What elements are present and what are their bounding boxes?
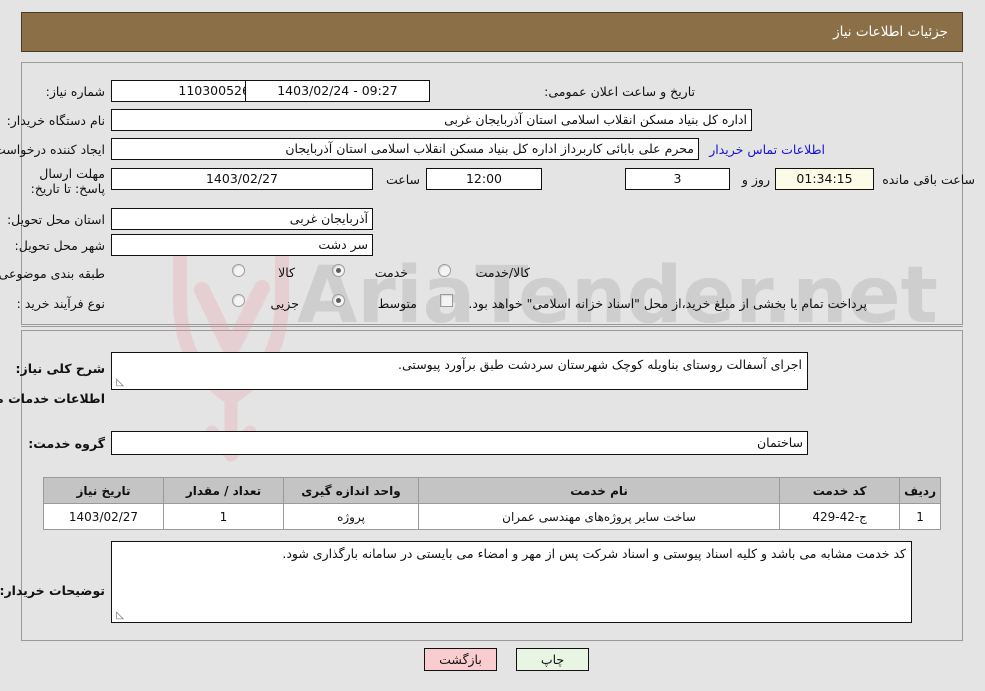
services-table: ردیف کد خدمت نام خدمت واحد اندازه گیری ت…	[43, 477, 941, 530]
delivery-province-label: استان محل تحویل:	[6, 212, 105, 227]
service-group-value: ساختمان	[111, 431, 808, 455]
need-number-label: شماره نیاز:	[45, 84, 105, 99]
category-label: طبقه بندی موضوعی:	[0, 266, 105, 281]
process-type-label: نوع فرآیند خرید :	[16, 296, 105, 311]
announce-datetime-label: تاریخ و ساعت اعلان عمومی:	[544, 84, 695, 99]
days-label: روز و	[741, 172, 770, 187]
general-description-label: شرح کلی نیاز:	[15, 361, 105, 376]
resize-grip-icon[interactable]: ◺	[114, 611, 124, 621]
requester-value: محرم علی بابائی کاربرداز اداره کل بنیاد …	[111, 138, 699, 160]
category-radio-kala[interactable]	[232, 264, 245, 277]
process-radio-jozei[interactable]	[232, 294, 245, 307]
treasury-bonds-label: پرداخت تمام یا بخشی از مبلغ خرید،از محل …	[468, 296, 867, 311]
services-section-title: اطلاعات خدمات مورد نیاز	[0, 391, 105, 406]
category-radio-khedmat[interactable]	[332, 264, 345, 277]
remaining-days-value: 3	[625, 168, 730, 190]
cell-service-code: ج-42-429	[779, 503, 901, 530]
table-header-unit: واحد اندازه گیری	[283, 477, 419, 504]
requester-label: ایجاد کننده درخواست:	[0, 142, 105, 157]
general-description-textarea[interactable]: اجرای آسفالت روستای بناویله کوچک شهرستان…	[111, 352, 808, 390]
service-group-label: گروه خدمت:	[28, 436, 105, 451]
buyer-notes-textarea[interactable]: کد خدمت مشابه می باشد و کلیه اسناد پیوست…	[111, 541, 912, 623]
buyer-org-label: نام دستگاه خریدار:	[6, 113, 105, 128]
announce-datetime-value: 09:27 - 1403/02/24	[245, 80, 430, 102]
countdown-timer-value: 01:34:15	[775, 168, 874, 190]
buyer-contact-link[interactable]: اطلاعات تماس خریدار	[709, 142, 825, 157]
back-button[interactable]: بازگشت	[424, 648, 497, 671]
buyer-notes-label: توضیحات خریدار:	[0, 583, 105, 598]
process-radio-motavaset[interactable]	[332, 294, 345, 307]
panel-divider	[21, 326, 963, 327]
category-option-khedmat-label: خدمت	[374, 265, 408, 280]
deadline-time-value: 12:00	[426, 168, 542, 190]
category-option-kala-khedmat-label: کالا/خدمت	[475, 265, 530, 280]
cell-row-no: 1	[899, 503, 941, 530]
treasury-bonds-checkbox[interactable]	[440, 294, 453, 307]
cell-need-date: 1403/02/27	[43, 503, 164, 530]
page-header: جزئیات اطلاعات نیاز	[21, 12, 963, 52]
table-header-row: ردیف کد خدمت نام خدمت واحد اندازه گیری ت…	[43, 477, 941, 504]
resize-grip-icon[interactable]: ◺	[114, 378, 124, 388]
cell-unit: پروژه	[283, 503, 419, 530]
process-option-motavaset-label: متوسط	[377, 296, 417, 311]
cell-quantity: 1	[163, 503, 284, 530]
category-option-kala-label: کالا	[278, 265, 295, 280]
table-header-row-no: ردیف	[899, 477, 941, 504]
delivery-city-value: سر دشت	[111, 234, 373, 256]
delivery-province-value: آذربایجان غربی	[111, 208, 373, 230]
general-description-text: اجرای آسفالت روستای بناویله کوچک شهرستان…	[398, 357, 802, 372]
table-header-need-date: تاریخ نیاز	[43, 477, 164, 504]
table-header-service-name: نام خدمت	[417, 477, 781, 504]
process-option-jozei-label: جزیی	[270, 296, 299, 311]
deadline-label: مهلت ارسال پاسخ: تا تاریخ:	[30, 166, 105, 196]
buyer-notes-text: کد خدمت مشابه می باشد و کلیه اسناد پیوست…	[282, 546, 906, 561]
table-row: 1 ج-42-429 ساخت سایر پروژه‌های مهندسی عم…	[43, 503, 941, 530]
page-title: جزئیات اطلاعات نیاز	[833, 24, 948, 40]
category-radio-kala-khedmat[interactable]	[438, 264, 451, 277]
deadline-date-value: 1403/02/27	[111, 168, 373, 190]
table-header-service-code: کد خدمت	[779, 477, 901, 504]
hour-label: ساعت	[385, 172, 420, 187]
delivery-city-label: شهر محل تحویل:	[14, 238, 105, 253]
cell-service-name: ساخت سایر پروژه‌های مهندسی عمران	[417, 503, 781, 530]
print-button[interactable]: چاپ	[516, 648, 589, 671]
remaining-hours-label: ساعت باقی مانده	[882, 172, 975, 187]
buyer-org-value: اداره کل بنیاد مسکن انقلاب اسلامی استان …	[111, 109, 752, 131]
table-header-quantity: تعداد / مقدار	[163, 477, 284, 504]
